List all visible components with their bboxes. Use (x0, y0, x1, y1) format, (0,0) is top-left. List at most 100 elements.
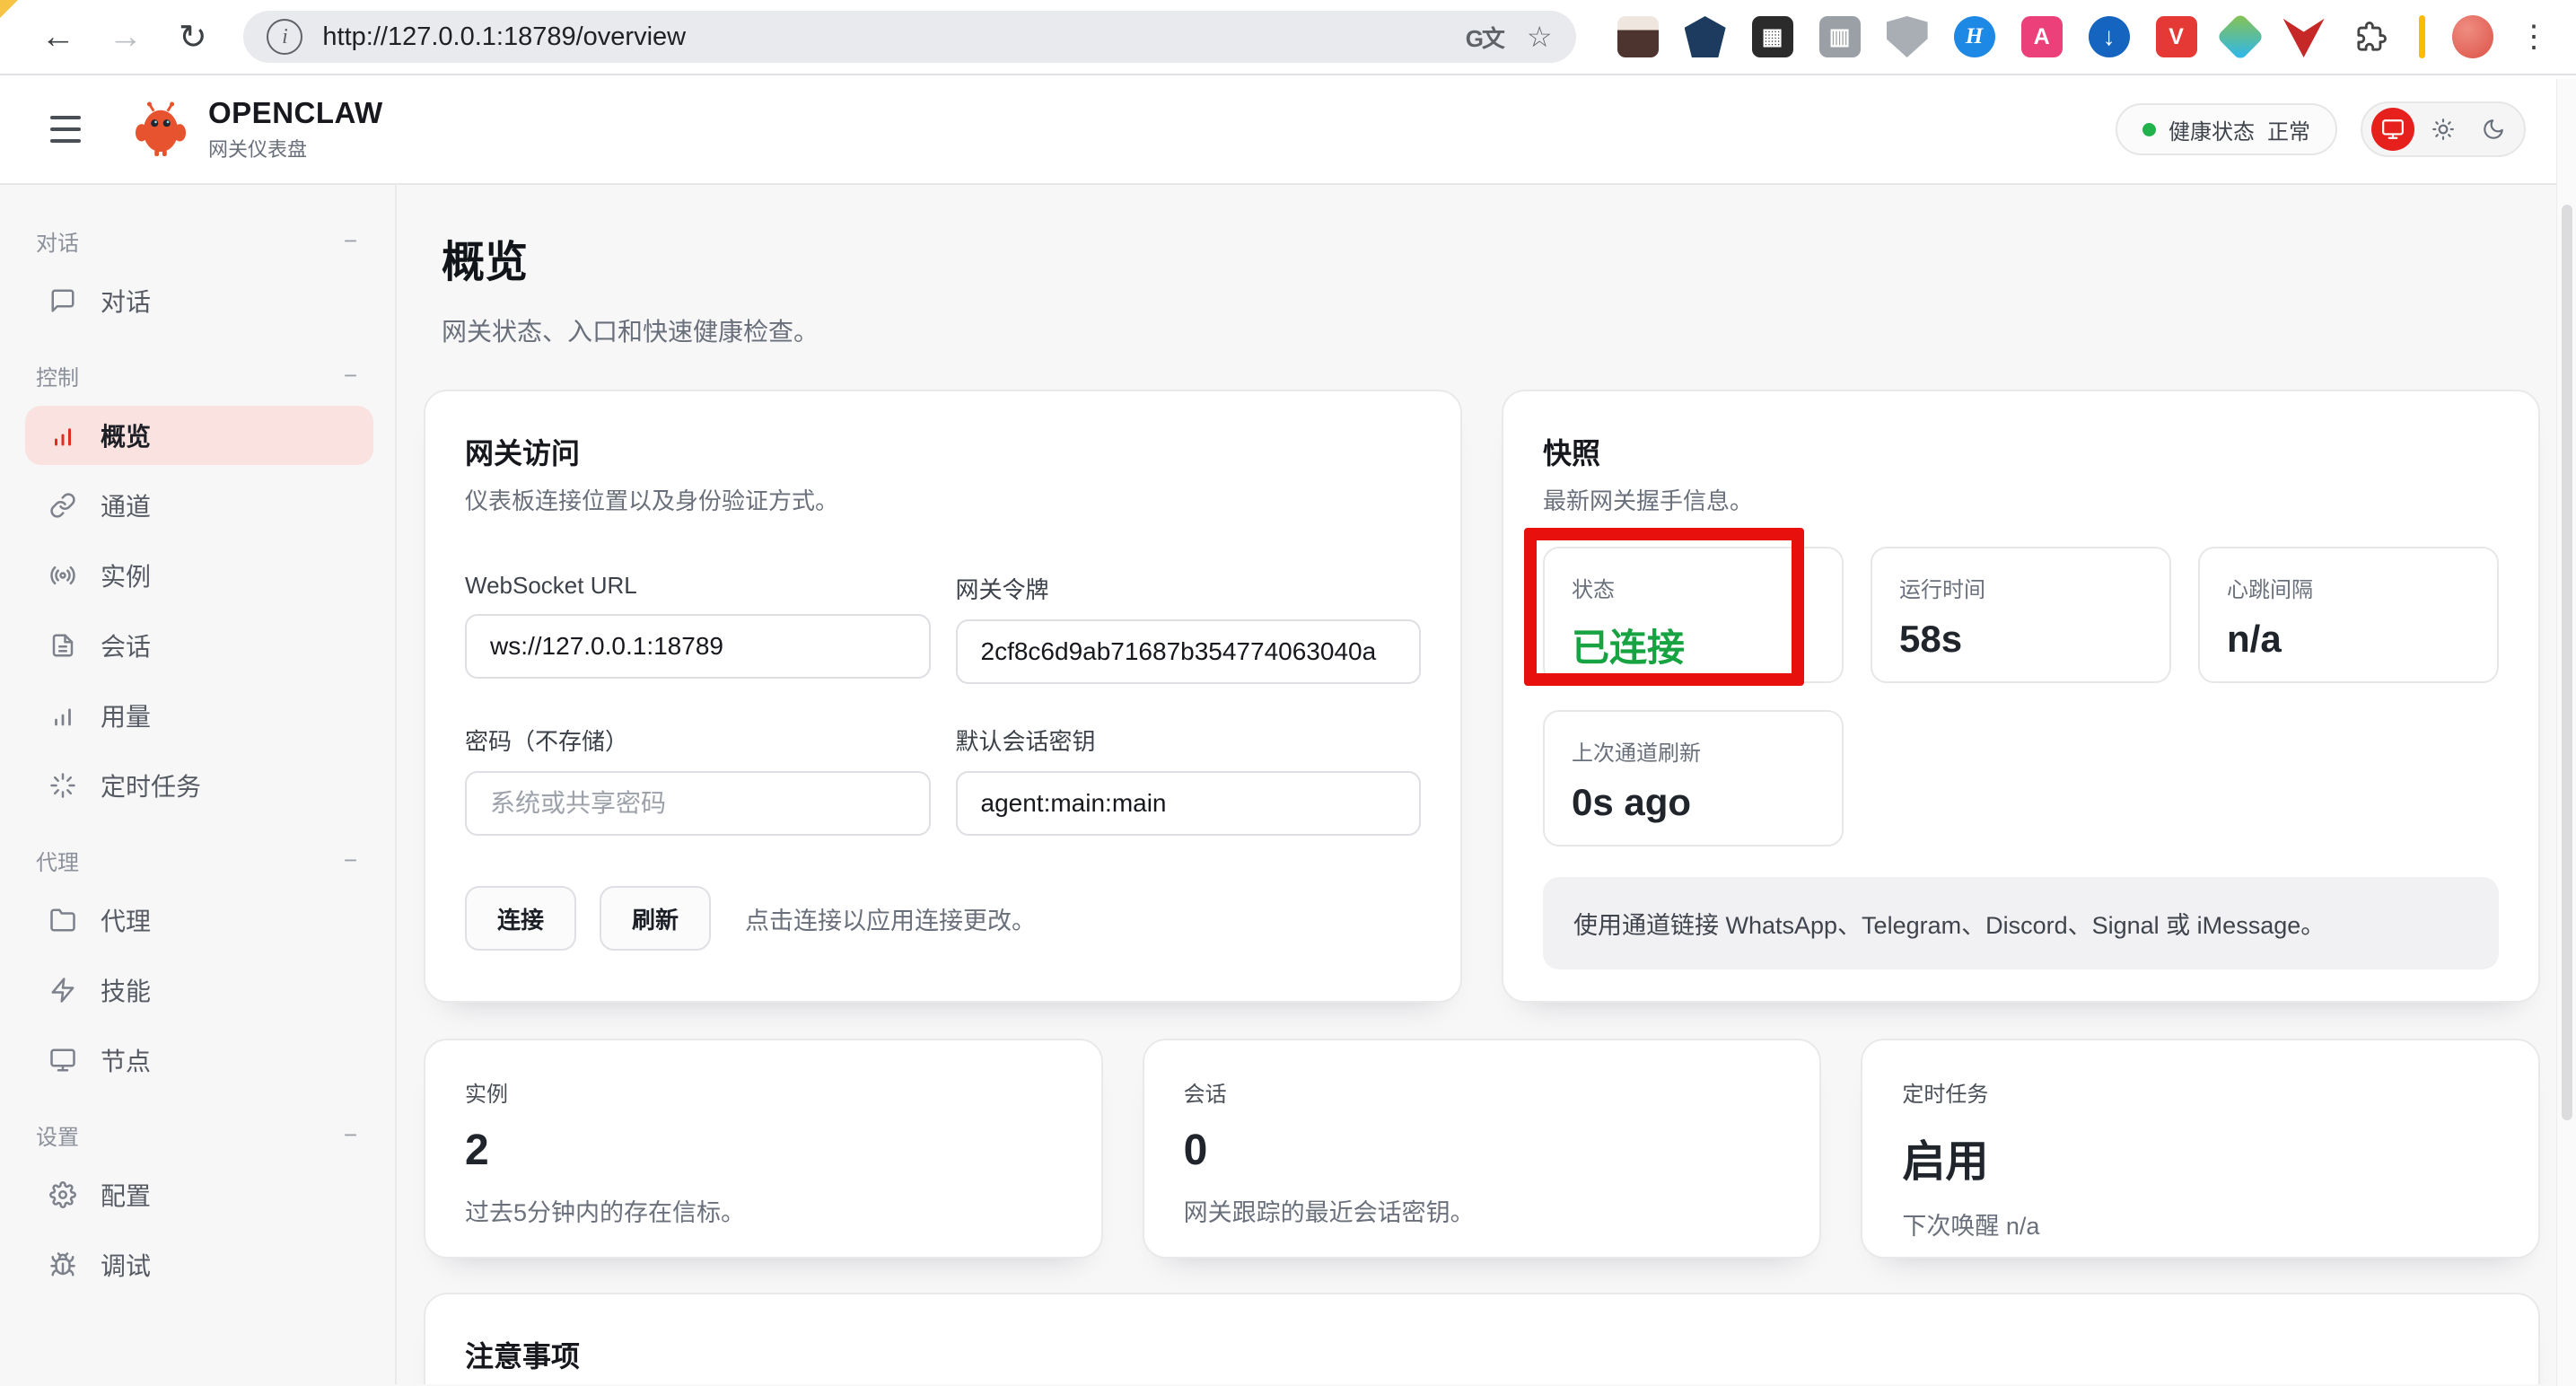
password-input[interactable] (465, 771, 931, 836)
uptime-tile: 运行时间 58s (1871, 547, 2171, 683)
sidebar-section-settings: 设置 (36, 1119, 79, 1151)
file-text-icon (48, 632, 77, 659)
sidebar-item-instances[interactable]: 实例 (25, 546, 373, 605)
sidebar-item-sessions[interactable]: 会话 (25, 616, 373, 675)
shield-extension-icon[interactable] (1887, 16, 1928, 57)
broadcast-icon (48, 562, 77, 589)
sidebar-item-label: 会话 (101, 627, 151, 663)
last-refresh-tile-label: 上次通道刷新 (1572, 735, 1815, 767)
sidebar-item-config[interactable]: 配置 (25, 1165, 373, 1224)
notes-card-title: 注意事项 (465, 1334, 2499, 1375)
uptime-tile-value: 58s (1899, 618, 2142, 661)
download-extension-icon[interactable]: ↓ (2089, 16, 2130, 57)
sidebar-item-debug[interactable]: 调试 (25, 1235, 373, 1294)
connect-button[interactable]: 连接 (465, 886, 576, 951)
page-subtitle: 网关状态、入口和快速健康检查。 (442, 312, 2540, 348)
page-scrollbar[interactable] (2556, 79, 2576, 1386)
sidebar-item-channels[interactable]: 通道 (25, 476, 373, 535)
sidebar-item-agents[interactable]: 代理 (25, 890, 373, 950)
openclaw-logo-icon (135, 101, 187, 157)
extensions-puzzle-icon[interactable] (2351, 16, 2392, 57)
translate-extension-icon[interactable]: A (2021, 16, 2063, 57)
password-label: 密码（不存储） (465, 724, 931, 757)
status-tile-label: 状态 (1572, 572, 1815, 603)
stat-value: 启用 (1902, 1126, 2499, 1189)
reload-button[interactable]: ↻ (167, 10, 218, 64)
scrollbar-thumb[interactable] (2562, 205, 2572, 1120)
browser-menu-button[interactable]: ⋮ (2517, 19, 2551, 55)
stat-desc: 过去5分钟内的存在信标。 (465, 1193, 1062, 1228)
sidebar-item-label: 代理 (101, 902, 151, 938)
sidebar-item-label: 调试 (101, 1247, 151, 1283)
last-refresh-tile-value: 0s ago (1572, 781, 1815, 824)
brand: OPENCLAW 网关仪表盘 (135, 96, 383, 162)
page-title: 概览 (442, 226, 2540, 289)
address-bar[interactable]: i http://127.0.0.1:18789/overview G文 ☆ (243, 11, 1575, 63)
gateway-card-title: 网关访问 (465, 431, 1421, 472)
sidebar-item-cron[interactable]: 定时任务 (25, 756, 373, 815)
bookmark-star-icon[interactable]: ☆ (1527, 20, 1553, 54)
theme-system-button[interactable] (2371, 108, 2414, 151)
corner-notch (0, 0, 18, 18)
sidebar: 对话 − 对话 控制 − 概览 通道 实例 (0, 185, 397, 1384)
status-tile: 状态 已连接 (1543, 547, 1844, 683)
sidebar-item-chat[interactable]: 对话 (25, 271, 373, 330)
session-key-input[interactable] (956, 771, 1422, 836)
heartbeat-tile-label: 心跳间隔 (2227, 572, 2470, 603)
websocket-url-label: WebSocket URL (465, 572, 931, 600)
stat-desc: 下次唤醒 n/a (1902, 1206, 2499, 1241)
heartbeat-tile-value: n/a (2227, 618, 2470, 661)
chat-bubble-icon (48, 287, 77, 314)
sidebar-item-label: 定时任务 (101, 768, 201, 803)
h-extension-icon[interactable]: H (1954, 16, 1995, 57)
sidebar-item-nodes[interactable]: 节点 (25, 1031, 373, 1090)
monitor-icon (48, 1047, 77, 1074)
health-status-badge: 健康状态 正常 (2116, 103, 2337, 155)
bug-icon (48, 1251, 77, 1278)
stat-label: 会话 (1184, 1076, 1781, 1108)
refresh-button[interactable]: 刷新 (600, 886, 711, 951)
site-info-icon[interactable]: i (267, 19, 302, 55)
v-extension-icon[interactable]: V (2156, 16, 2197, 57)
sidebar-item-skills[interactable]: 技能 (25, 961, 373, 1020)
hamburger-menu-button[interactable] (50, 111, 93, 147)
mask-extension-icon[interactable] (1617, 16, 1659, 57)
main-content: 概览 网关状态、入口和快速健康检查。 网关访问 仪表板连接位置以及身份验证方式。… (397, 185, 2576, 1384)
gateway-token-input[interactable] (956, 619, 1422, 684)
collapse-icon[interactable]: − (338, 847, 363, 874)
stat-label: 实例 (465, 1076, 1062, 1108)
moon-icon (2482, 118, 2505, 141)
brand-title: OPENCLAW (208, 96, 383, 130)
snapshot-card-title: 快照 (1543, 431, 2499, 472)
browser-toolbar: ← → ↻ i http://127.0.0.1:18789/overview … (0, 0, 2576, 75)
gear-icon (48, 1181, 77, 1208)
sidebar-item-overview[interactable]: 概览 (25, 406, 373, 465)
diamond-extension-icon[interactable] (2216, 13, 2265, 61)
bar-chart-icon (48, 702, 77, 729)
link-icon (48, 492, 77, 519)
brand-subtitle: 网关仪表盘 (208, 134, 383, 162)
sidebar-item-usage[interactable]: 用量 (25, 686, 373, 745)
fork-extension-icon[interactable] (1685, 16, 1726, 57)
gateway-access-card: 网关访问 仪表板连接位置以及身份验证方式。 WebSocket URL 网关令牌… (424, 390, 1462, 1003)
extensions-row: ▦ ▥ H A ↓ V (1617, 16, 2392, 57)
page-translate-icon[interactable]: G文 (1466, 21, 1503, 54)
theme-dark-button[interactable] (2472, 108, 2515, 151)
loader-icon (48, 772, 77, 799)
notes-extension-icon[interactable]: ▥ (1819, 16, 1861, 57)
grid-extension-icon[interactable]: ▦ (1752, 16, 1793, 57)
url-text[interactable]: http://127.0.0.1:18789/overview (322, 22, 1441, 52)
collapse-icon[interactable]: − (338, 1121, 363, 1149)
bird-extension-icon[interactable] (2283, 16, 2325, 57)
collapse-icon[interactable]: − (338, 227, 363, 255)
sidebar-item-label: 概览 (101, 417, 151, 453)
theme-light-button[interactable] (2422, 108, 2465, 151)
zap-icon (48, 977, 77, 1004)
forward-button[interactable]: → (100, 10, 151, 64)
websocket-url-input[interactable] (465, 614, 931, 679)
gateway-card-subtitle: 仪表板连接位置以及身份验证方式。 (465, 483, 1421, 516)
profile-avatar[interactable] (2452, 15, 2493, 58)
back-button[interactable]: ← (32, 10, 83, 64)
collapse-icon[interactable]: − (338, 362, 363, 390)
health-label: 健康状态 (2169, 114, 2255, 145)
